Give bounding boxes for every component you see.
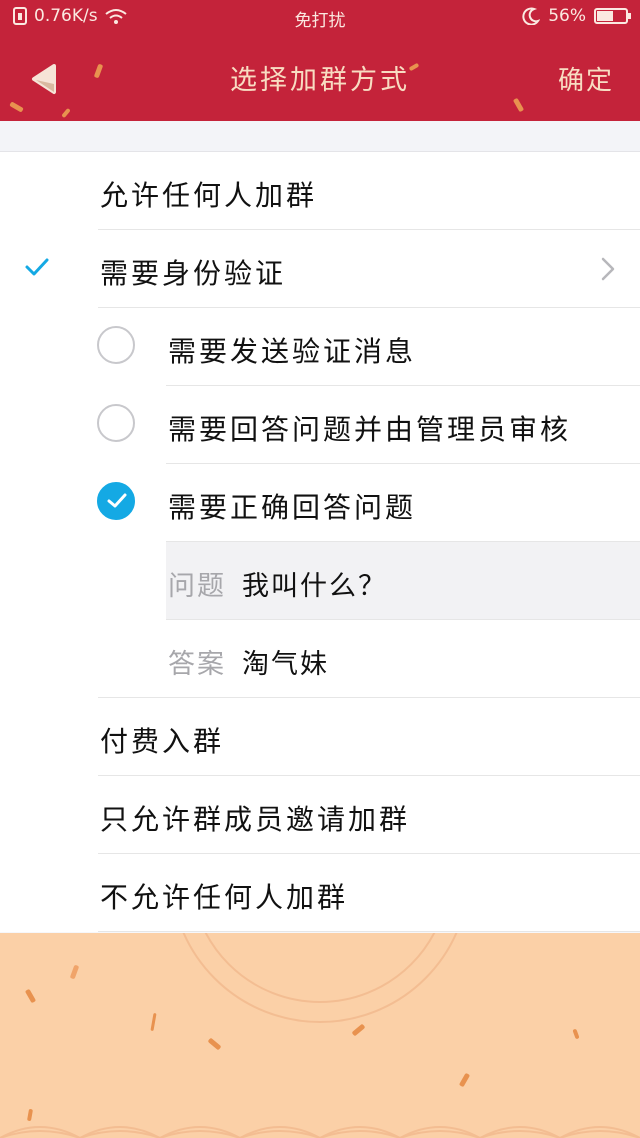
option-label: 需要身份验证 xyxy=(100,257,287,290)
checkmark-icon xyxy=(25,258,49,276)
suboption-answer-admin-review[interactable]: 需要回答问题并由管理员审核 xyxy=(0,386,640,464)
divider xyxy=(98,931,640,932)
suboption-answer-correctly[interactable]: 需要正确回答问题 xyxy=(0,464,640,542)
chevron-right-icon xyxy=(601,257,615,281)
answer-key: 答案 xyxy=(168,649,226,680)
option-member-invite-only[interactable]: 只允许群成员邀请加群 xyxy=(0,776,640,854)
status-bar: 0.76K/s 免打扰 56% xyxy=(0,0,640,34)
option-label: 只允许群成员邀请加群 xyxy=(100,803,411,836)
navbar: 选择加群方式 确定 xyxy=(0,34,640,121)
question-row[interactable]: 问题 我叫什么？ xyxy=(0,542,640,620)
join-method-list: 允许任何人加群 需要身份验证 需要发送验证消息 需要回答问题并由管理员审核 需要… xyxy=(0,152,640,932)
question-key: 问题 xyxy=(168,571,226,602)
confirm-button[interactable]: 确定 xyxy=(558,60,614,97)
confetti-decoration xyxy=(458,1072,471,1088)
suboption-label: 需要正确回答问题 xyxy=(168,491,417,524)
question-row-bg xyxy=(166,542,640,620)
option-label: 不允许任何人加群 xyxy=(100,881,349,914)
confetti-decoration xyxy=(69,964,80,980)
radio-button-unchecked[interactable] xyxy=(97,326,135,364)
festive-background xyxy=(0,933,640,1138)
check-icon xyxy=(107,493,127,508)
option-allow-anyone[interactable]: 允许任何人加群 xyxy=(0,152,640,230)
option-paid[interactable]: 付费入群 xyxy=(0,698,640,776)
confetti-decoration xyxy=(572,1028,580,1040)
battery-icon xyxy=(594,8,631,24)
answer-row[interactable]: 答案 淘气妹 xyxy=(0,620,640,698)
option-label: 付费入群 xyxy=(100,725,225,758)
suboption-send-verify-message[interactable]: 需要发送验证消息 xyxy=(0,308,640,386)
option-disallow-all[interactable]: 不允许任何人加群 xyxy=(0,854,640,932)
option-label: 允许任何人加群 xyxy=(100,179,318,212)
radio-button-checked[interactable] xyxy=(97,482,135,520)
battery-fill xyxy=(597,11,613,21)
confetti-decoration xyxy=(150,1012,157,1032)
suboption-label: 需要发送验证消息 xyxy=(168,335,417,368)
battery-percent: 56% xyxy=(548,6,586,26)
wave-pattern xyxy=(0,1126,640,1138)
confetti-decoration xyxy=(351,1023,366,1037)
radio-button-unchecked[interactable] xyxy=(97,404,135,442)
moon-icon xyxy=(522,7,541,25)
page-title: 选择加群方式 xyxy=(230,65,410,96)
header: 0.76K/s 免打扰 56% 选择加群方式 确定 xyxy=(0,0,640,121)
status-right: 56% xyxy=(522,6,631,26)
question-value[interactable]: 我叫什么？ xyxy=(242,564,387,603)
confetti-decoration xyxy=(24,988,37,1004)
suboption-label: 需要回答问题并由管理员审核 xyxy=(168,413,572,446)
answer-value[interactable]: 淘气妹 xyxy=(242,642,329,681)
confetti-decoration xyxy=(207,1037,222,1051)
section-gap xyxy=(0,121,640,152)
option-need-verify[interactable]: 需要身份验证 xyxy=(0,230,640,308)
